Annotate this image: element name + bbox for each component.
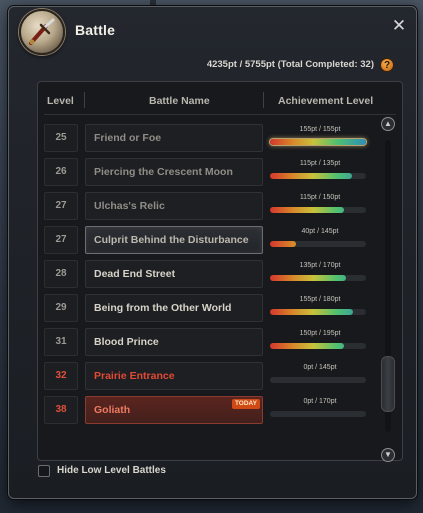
column-header-level: Level (47, 95, 74, 107)
header-divider (44, 114, 396, 115)
column-separator (263, 92, 264, 108)
battle-name-button[interactable]: Being from the Other World (85, 294, 263, 322)
achievement-cell: 115pt / 150pt (270, 192, 370, 220)
achievement-points: 115pt / 135pt (299, 160, 341, 167)
battle-name-button[interactable]: Prairie Entrance (85, 362, 263, 390)
battle-name-label: Goliath (94, 404, 131, 416)
achievement-points: 150pt / 195pt (299, 330, 341, 337)
achievement-cell: 155pt / 155pt (270, 124, 370, 152)
achievement-points: 155pt / 180pt (299, 296, 341, 303)
achievement-progress-bar (270, 173, 366, 179)
battle-row[interactable]: 29 Being from the Other World 155pt / 180p… (44, 294, 376, 322)
scroll-up-button[interactable]: ▲ (381, 117, 395, 131)
achievement-progress-fill (270, 343, 344, 349)
window-title: Battle (75, 22, 116, 38)
column-separator (84, 92, 85, 108)
achievement-progress-fill (270, 139, 366, 145)
achievement-points: 40pt / 145pt (301, 228, 339, 235)
battle-row[interactable]: 31 Blood Prince 150pt / 195pt (44, 328, 376, 356)
achievement-progress-bar (270, 309, 366, 315)
battle-name-button[interactable]: Blood Prince (85, 328, 263, 356)
battle-row[interactable]: 32 Prairie Entrance 0pt / 145pt (44, 362, 376, 390)
achievement-points: 0pt / 145pt (303, 364, 337, 371)
scrollbar-thumb[interactable] (381, 356, 395, 412)
battle-name-button[interactable]: Culprit Behind the Disturbance (85, 226, 263, 254)
points-summary: 4235pt / 5755pt (Total Completed: 32) (206, 59, 374, 70)
battle-level: 27 (44, 226, 78, 254)
achievement-progress-fill (270, 309, 353, 315)
battle-list-panel: Level Battle Name Achievement Level 25 Fr… (37, 81, 403, 462)
battle-emblem-icon (19, 9, 65, 55)
today-badge: TODAY (231, 399, 260, 409)
battle-level: 27 (44, 192, 78, 220)
achievement-progress-bar (270, 343, 366, 349)
battle-name-button[interactable]: Goliath TODAY (85, 396, 263, 424)
battle-level: 29 (44, 294, 78, 322)
battle-level: 32 (44, 362, 78, 390)
battle-row[interactable]: 27 Culprit Behind the Disturbance 40pt / 1… (44, 226, 376, 254)
achievement-progress-fill (270, 241, 296, 247)
hide-low-level-label: Hide Low Level Battles (57, 465, 166, 476)
hide-low-level-checkbox[interactable] (38, 465, 50, 477)
achievement-progress-bar (270, 139, 366, 145)
achievement-progress-bar (270, 241, 366, 247)
achievement-progress-fill (270, 173, 352, 179)
achievement-points: 135pt / 170pt (299, 262, 341, 269)
battle-name-label: Culprit Behind the Disturbance (94, 234, 249, 246)
close-button[interactable]: ✕ (390, 17, 408, 35)
battle-name-label: Blood Prince (94, 336, 159, 348)
achievement-cell: 40pt / 145pt (270, 226, 370, 254)
column-header-battle-name: Battle Name (149, 95, 210, 107)
battle-name-label: Prairie Entrance (94, 370, 175, 382)
battle-row[interactable]: 38 Goliath TODAY 0pt / 170pt (44, 396, 376, 424)
achievement-points: 0pt / 170pt (303, 398, 337, 405)
scroll-down-button[interactable]: ▼ (381, 448, 395, 462)
scrollbar-track[interactable] (381, 140, 395, 432)
battle-level: 25 (44, 124, 78, 152)
achievement-progress-fill (270, 275, 346, 281)
achievement-progress-bar (270, 207, 366, 213)
battle-name-button[interactable]: Ulchas's Relic (85, 192, 263, 220)
battle-level: 26 (44, 158, 78, 186)
battle-level: 31 (44, 328, 78, 356)
achievement-progress-bar (270, 377, 366, 383)
achievement-cell: 0pt / 145pt (270, 362, 370, 390)
achievement-cell: 0pt / 170pt (270, 396, 370, 424)
battle-name-label: Dead End Street (94, 268, 176, 280)
battle-level: 28 (44, 260, 78, 288)
battle-row[interactable]: 28 Dead End Street 135pt / 170pt (44, 260, 376, 288)
achievement-points: 115pt / 150pt (299, 194, 341, 201)
achievement-progress-bar (270, 275, 366, 281)
battle-name-label: Ulchas's Relic (94, 200, 165, 212)
achievement-cell: 115pt / 135pt (270, 158, 370, 186)
battle-level: 38 (44, 396, 78, 424)
achievement-cell: 155pt / 180pt (270, 294, 370, 322)
help-icon[interactable]: ? (380, 58, 394, 72)
battle-name-button[interactable]: Dead End Street (85, 260, 263, 288)
battle-name-button[interactable]: Piercing the Crescent Moon (85, 158, 263, 186)
battle-name-button[interactable]: Friend or Foe (85, 124, 263, 152)
achievement-points: 155pt / 155pt (299, 126, 341, 133)
battle-name-label: Friend or Foe (94, 132, 162, 144)
achievement-progress-fill (270, 207, 344, 213)
achievement-cell: 135pt / 170pt (270, 260, 370, 288)
achievement-progress-bar (270, 411, 366, 417)
battle-window: Battle ✕ 4235pt / 5755pt (Total Complete… (8, 6, 417, 499)
battle-name-label: Piercing the Crescent Moon (94, 166, 233, 178)
battle-row[interactable]: 25 Friend or Foe 155pt / 155pt (44, 124, 376, 152)
achievement-cell: 150pt / 195pt (270, 328, 370, 356)
battle-name-label: Being from the Other World (94, 302, 232, 314)
battle-row[interactable]: 27 Ulchas's Relic 115pt / 150pt (44, 192, 376, 220)
battle-row[interactable]: 26 Piercing the Crescent Moon 115pt / 135p… (44, 158, 376, 186)
column-header-achievement: Achievement Level (278, 95, 374, 107)
